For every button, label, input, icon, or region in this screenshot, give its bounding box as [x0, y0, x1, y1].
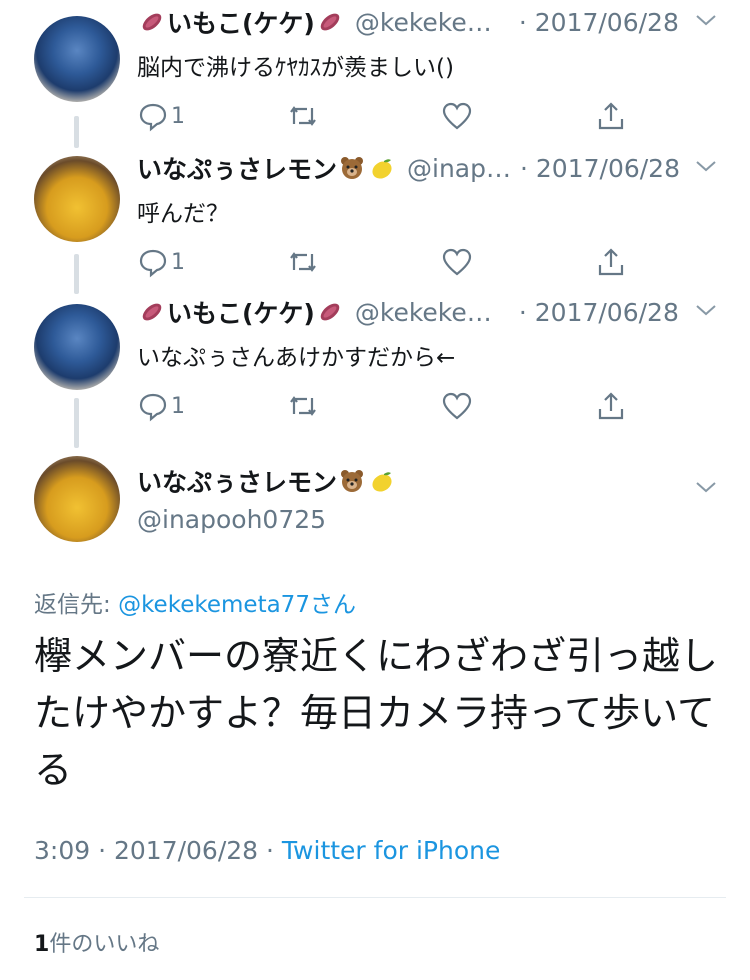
reply-target-link[interactable]: @kekekemeta77さん — [118, 592, 356, 618]
lemon-icon — [372, 159, 392, 179]
handle[interactable]: @inapooh0725 — [137, 505, 397, 534]
reply-prefix: 返信先: — [34, 592, 119, 618]
chevron-down-icon[interactable] — [694, 154, 718, 178]
bear-face-icon — [341, 157, 364, 179]
thread-tweet[interactable]: いもこ(ケケ) @kekekeme... · 2017/06/28 脳内で沸ける… — [0, 0, 750, 140]
tweet-date[interactable]: · 2017/06/28 — [519, 8, 679, 37]
tweet-date[interactable]: · 2017/06/28 — [520, 154, 680, 183]
main-tweet-author: いなぷぅさレモン @inapooh0725 — [137, 463, 397, 534]
retweet-icon — [290, 106, 316, 126]
share-button[interactable] — [595, 242, 627, 282]
avatar[interactable] — [34, 456, 120, 542]
display-name[interactable]: いもこ(ケケ) — [137, 294, 345, 330]
reply-count: 1 — [171, 103, 185, 129]
tweet-text: いなぷぅさんあけかすだから← — [137, 345, 456, 371]
thread-tweet[interactable]: いなぷぅさレモン @inapo... · 2017/06/28 呼んだ？ 1 — [0, 146, 750, 286]
retweet-button[interactable] — [287, 242, 319, 282]
display-name[interactable]: いなぷぅさレモン — [137, 150, 397, 186]
reply-count: 1 — [171, 249, 185, 275]
avatar[interactable] — [34, 16, 120, 102]
share-icon — [598, 248, 624, 276]
tweet-text: 脳内で沸けるｹﾔｶｽが羨ましい() — [137, 55, 454, 81]
tweet-header: いもこ(ケケ) @kekekeme... · 2017/06/28 — [137, 0, 680, 44]
reply-count: 1 — [171, 393, 185, 419]
avatar[interactable] — [34, 156, 120, 242]
tweet-header: いもこ(ケケ) @kekekeme... · 2017/06/28 — [137, 290, 680, 334]
tweet-meta: 3:09 · 2017/06/28 · Twitter for iPhone — [34, 836, 500, 865]
like-button[interactable] — [441, 242, 473, 282]
display-name-text: いもこ(ケケ) — [167, 9, 315, 38]
tweet-text: 呼んだ？ — [137, 201, 229, 227]
tweet-header: いなぷぅさレモン @inapo... · 2017/06/28 — [137, 146, 680, 190]
heart-icon — [442, 248, 472, 276]
likes-summary[interactable]: 1件のいいね — [34, 926, 159, 958]
tweet-timestamp: 3:09 · 2017/06/28 · — [34, 836, 282, 865]
share-icon — [598, 392, 624, 420]
likes-count: 1 — [34, 932, 50, 957]
chevron-down-icon[interactable] — [694, 475, 718, 499]
reply-icon — [139, 393, 167, 422]
display-name-text: いもこ(ケケ) — [167, 299, 315, 328]
bear-face-icon — [341, 470, 364, 492]
lemon-icon — [372, 472, 392, 492]
like-button[interactable] — [441, 386, 473, 426]
reply-button[interactable]: 1 — [137, 386, 185, 426]
main-tweet-text: 欅メンバーの寮近くにわざわざ引っ越したけやかすよ？毎日カメラ持って歩いてる — [34, 634, 719, 792]
heart-icon — [442, 392, 472, 420]
share-icon — [598, 102, 624, 130]
sweet-potato-icon — [320, 13, 340, 31]
reply-icon — [139, 249, 167, 278]
avatar[interactable] — [34, 304, 120, 390]
action-bar: 1 — [137, 242, 637, 282]
action-bar: 1 — [137, 96, 637, 136]
reply-icon — [139, 103, 167, 132]
handle[interactable]: @kekekeme... — [355, 298, 515, 327]
chevron-down-icon[interactable] — [694, 298, 718, 322]
retweet-button[interactable] — [287, 96, 319, 136]
thread-tweet[interactable]: いもこ(ケケ) @kekekeme... · 2017/06/28 いなぷぅさん… — [0, 290, 750, 430]
handle[interactable]: @inapo... — [407, 154, 516, 183]
chevron-down-icon[interactable] — [694, 8, 718, 32]
retweet-icon — [290, 396, 316, 416]
reply-button[interactable]: 1 — [137, 96, 185, 136]
divider — [24, 897, 726, 898]
sweet-potato-icon — [142, 13, 162, 31]
display-name-text: いなぷぅさレモン — [137, 155, 338, 184]
reply-button[interactable]: 1 — [137, 242, 185, 282]
action-bar: 1 — [137, 386, 637, 426]
display-name[interactable]: いもこ(ケケ) — [137, 4, 345, 40]
retweet-icon — [290, 252, 316, 272]
display-name[interactable]: いなぷぅさレモン — [137, 463, 397, 499]
share-button[interactable] — [595, 96, 627, 136]
sweet-potato-icon — [142, 303, 162, 321]
retweet-button[interactable] — [287, 386, 319, 426]
display-name-text: いなぷぅさレモン — [137, 468, 338, 497]
reply-to-line: 返信先: @kekekemeta77さん — [34, 585, 356, 619]
heart-icon — [442, 102, 472, 130]
likes-label: 件のいいね — [49, 932, 160, 957]
sweet-potato-icon — [320, 303, 340, 321]
like-button[interactable] — [441, 96, 473, 136]
tweet-date[interactable]: · 2017/06/28 — [519, 298, 679, 327]
source-link[interactable]: Twitter for iPhone — [282, 836, 500, 865]
handle[interactable]: @kekekeme... — [355, 8, 515, 37]
share-button[interactable] — [595, 386, 627, 426]
